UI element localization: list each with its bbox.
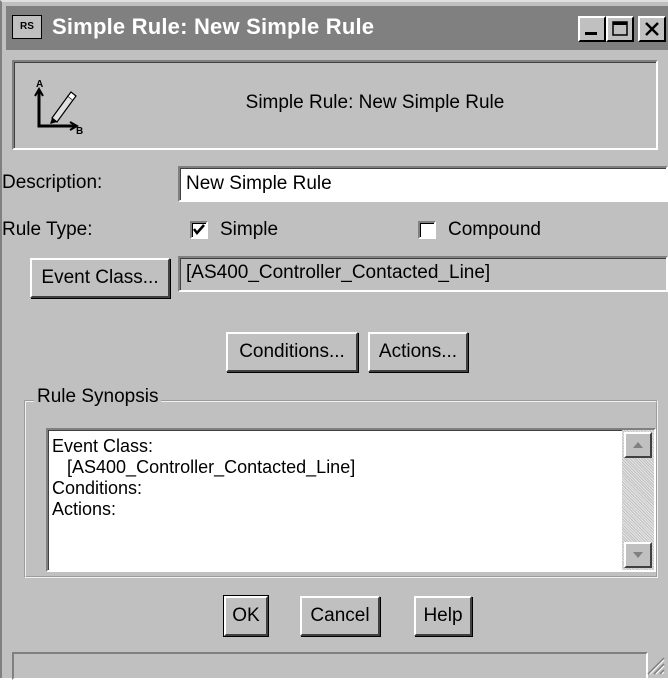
synopsis-line: Actions: (52, 499, 117, 519)
compound-checkbox[interactable]: Compound (418, 219, 541, 241)
scroll-down-button[interactable] (624, 542, 652, 568)
synopsis-text: Event Class: [AS400_Controller_Contacted… (52, 436, 355, 520)
checkmark-icon (193, 224, 205, 235)
arrow-up-icon (633, 442, 643, 448)
description-field[interactable] (178, 166, 668, 202)
help-button[interactable]: Help (414, 596, 472, 636)
application-icon[interactable]: RS (12, 15, 42, 39)
ok-button[interactable]: OK (223, 595, 269, 637)
minimize-icon (585, 32, 597, 35)
synopsis-line: Conditions: (52, 478, 143, 498)
dialog-window: RS Simple Rule: New Simple Rule A B Simp… (0, 0, 668, 680)
svg-text:B: B (76, 126, 83, 136)
scroll-up-button[interactable] (624, 432, 652, 458)
simple-label: Simple (220, 219, 279, 240)
rule-synopsis-label: Rule Synopsis (34, 386, 162, 408)
checkbox-box[interactable] (418, 221, 436, 239)
synopsis-line: [AS400_Controller_Contacted_Line] (67, 457, 356, 477)
header-title: Simple Rule: New Simple Rule (245, 92, 505, 113)
simple-checkbox[interactable]: Simple (190, 219, 278, 241)
actions-button[interactable]: Actions... (368, 332, 468, 372)
compound-label: Compound (448, 219, 541, 240)
vertical-scrollbar[interactable] (622, 430, 654, 570)
status-bar (12, 652, 648, 680)
window-title: Simple Rule: New Simple Rule (52, 14, 375, 39)
maximize-icon (612, 21, 628, 36)
synopsis-line: Event Class: (52, 436, 154, 456)
close-icon (645, 22, 659, 36)
minimize-button[interactable] (578, 16, 606, 42)
rule-type-label: Rule Type: (2, 219, 93, 240)
event-class-field: [AS400_Controller_Contacted_Line] (178, 256, 668, 292)
title-bar[interactable]: RS Simple Rule: New Simple Rule (6, 6, 668, 50)
checkbox-box[interactable] (190, 221, 208, 239)
maximize-button[interactable] (606, 16, 634, 42)
description-label: Description: (2, 172, 103, 193)
header-panel: A B Simple Rule: New Simple Rule (12, 60, 658, 150)
cancel-button[interactable]: Cancel (300, 596, 380, 636)
arrow-down-icon (633, 552, 643, 558)
synopsis-textarea[interactable]: Event Class: [AS400_Controller_Contacted… (46, 428, 656, 572)
conditions-button[interactable]: Conditions... (226, 332, 358, 372)
resize-grip-icon[interactable] (642, 652, 666, 676)
close-button[interactable] (638, 16, 666, 42)
event-class-button[interactable]: Event Class... (30, 258, 170, 298)
